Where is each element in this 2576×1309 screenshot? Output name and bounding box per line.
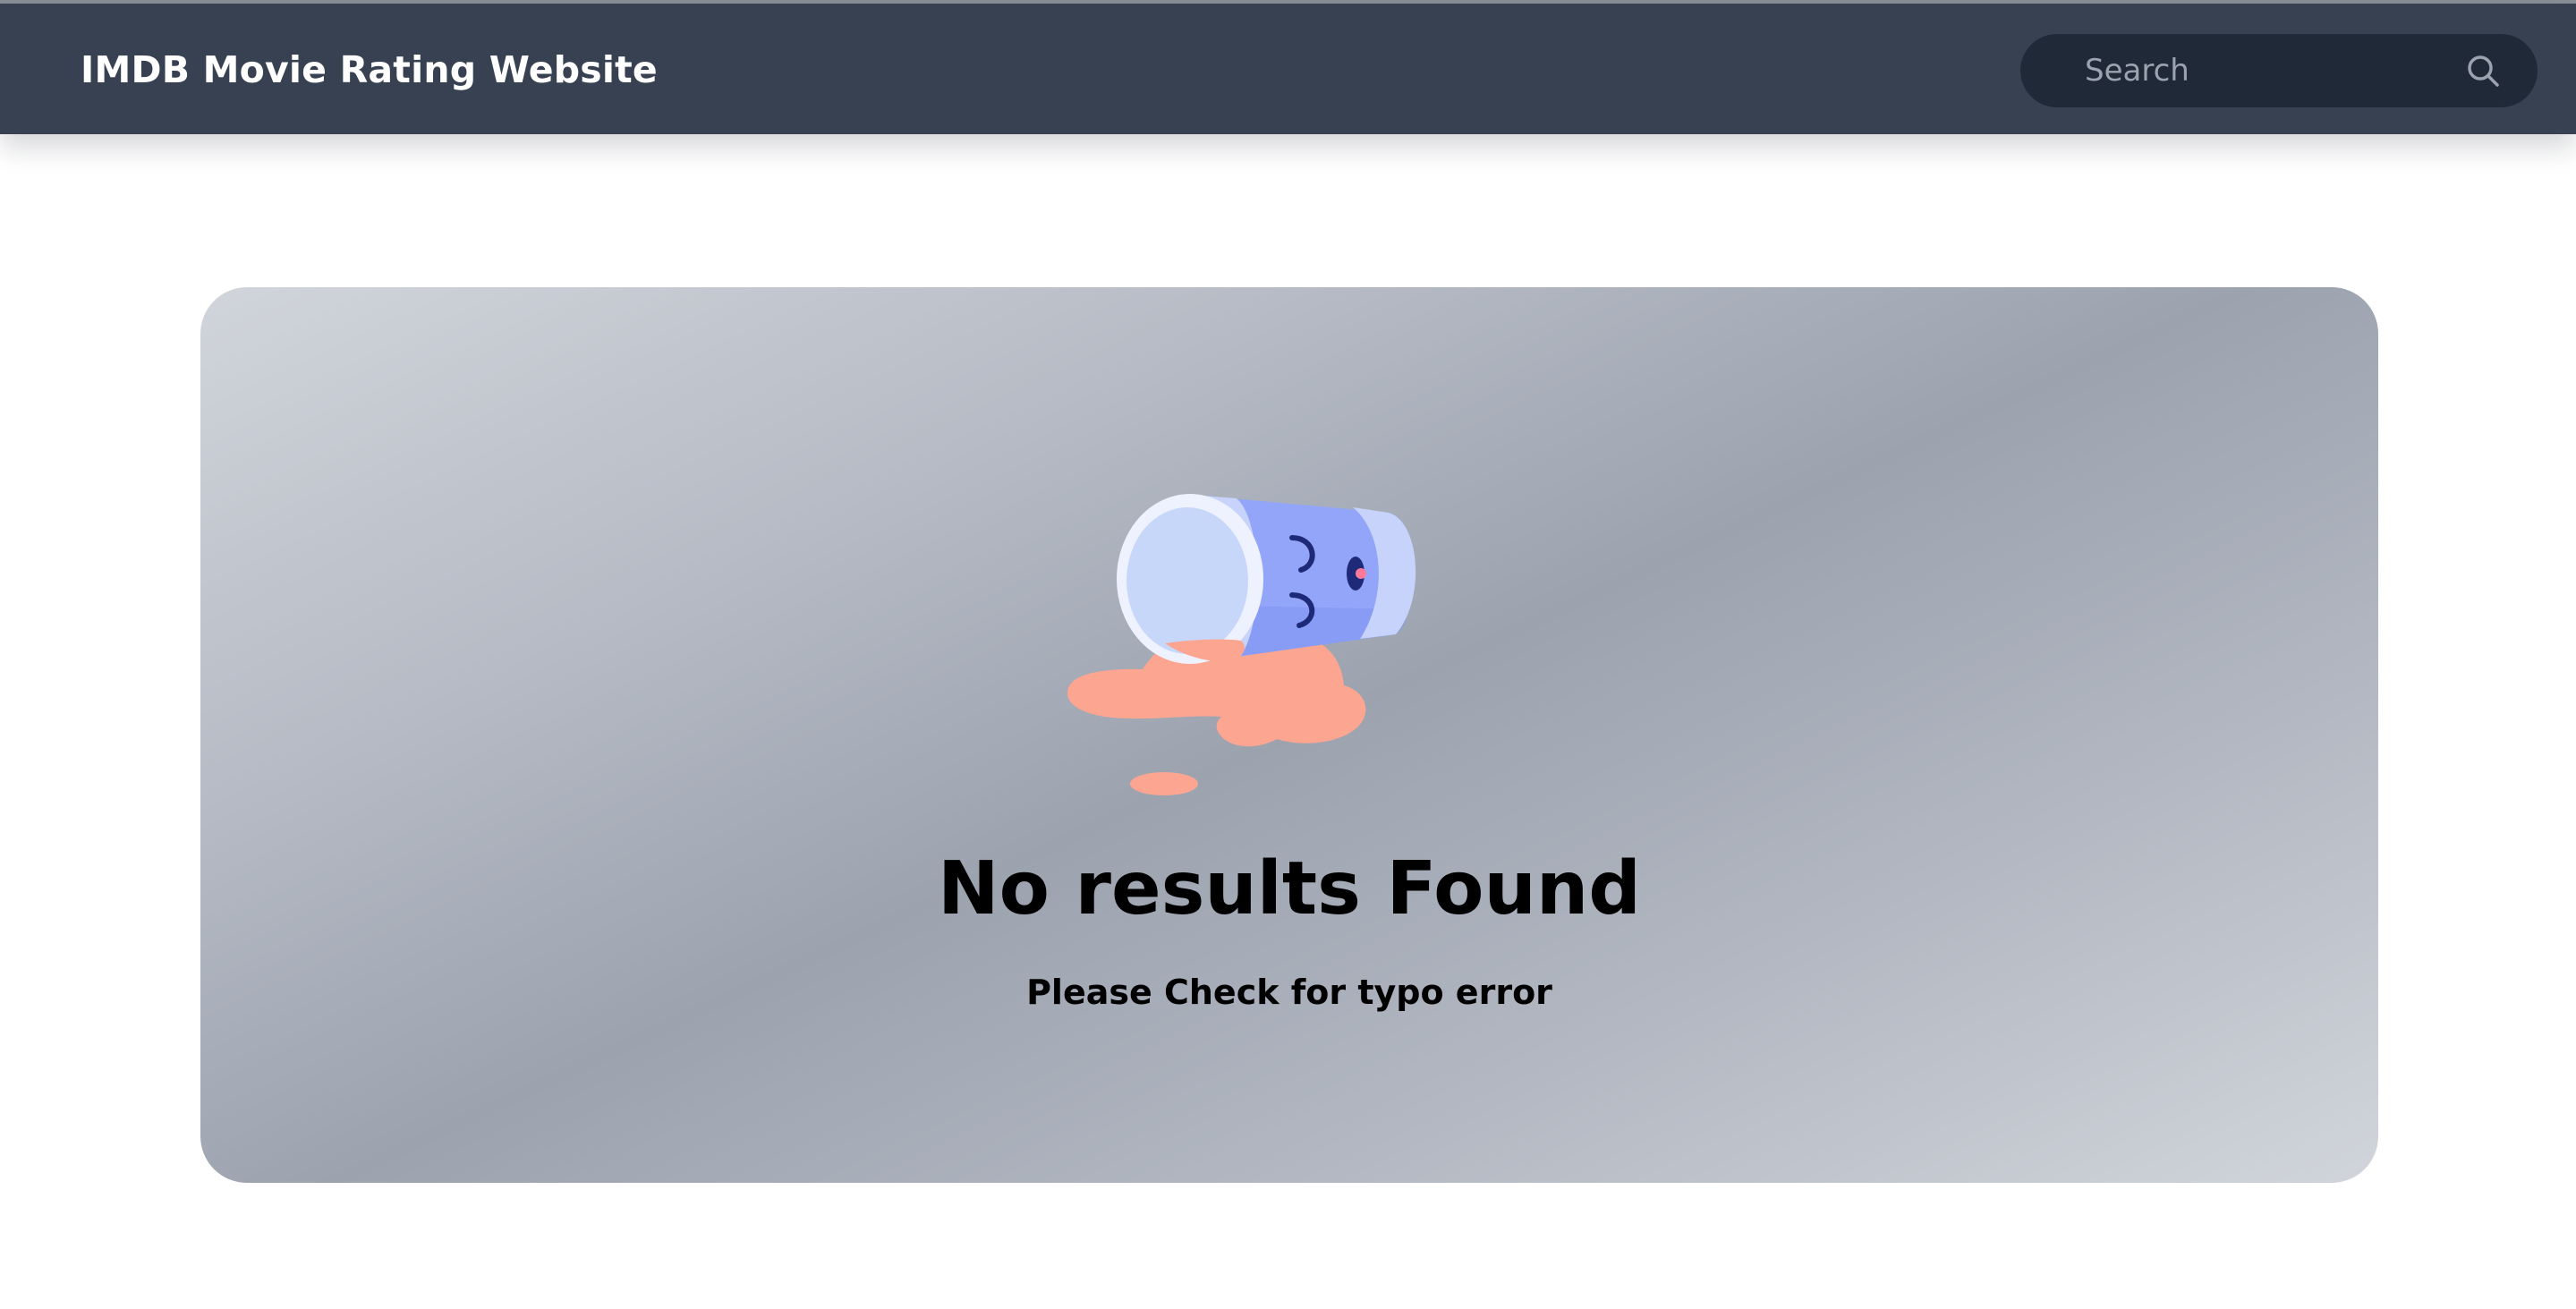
- navbar: IMDB Movie Rating Website: [0, 4, 2576, 134]
- search-bar[interactable]: [2020, 34, 2538, 107]
- no-results-title: No results Found: [938, 846, 1641, 931]
- search-icon[interactable]: [2466, 54, 2500, 88]
- empty-state-card: No results Found Please Check for typo e…: [200, 287, 2378, 1183]
- no-results-message: Please Check for typo error: [1026, 973, 1552, 1012]
- site-title[interactable]: IMDB Movie Rating Website: [81, 48, 658, 91]
- spilled-cup-illustration: [1067, 494, 1416, 795]
- search-input[interactable]: [2085, 34, 2461, 107]
